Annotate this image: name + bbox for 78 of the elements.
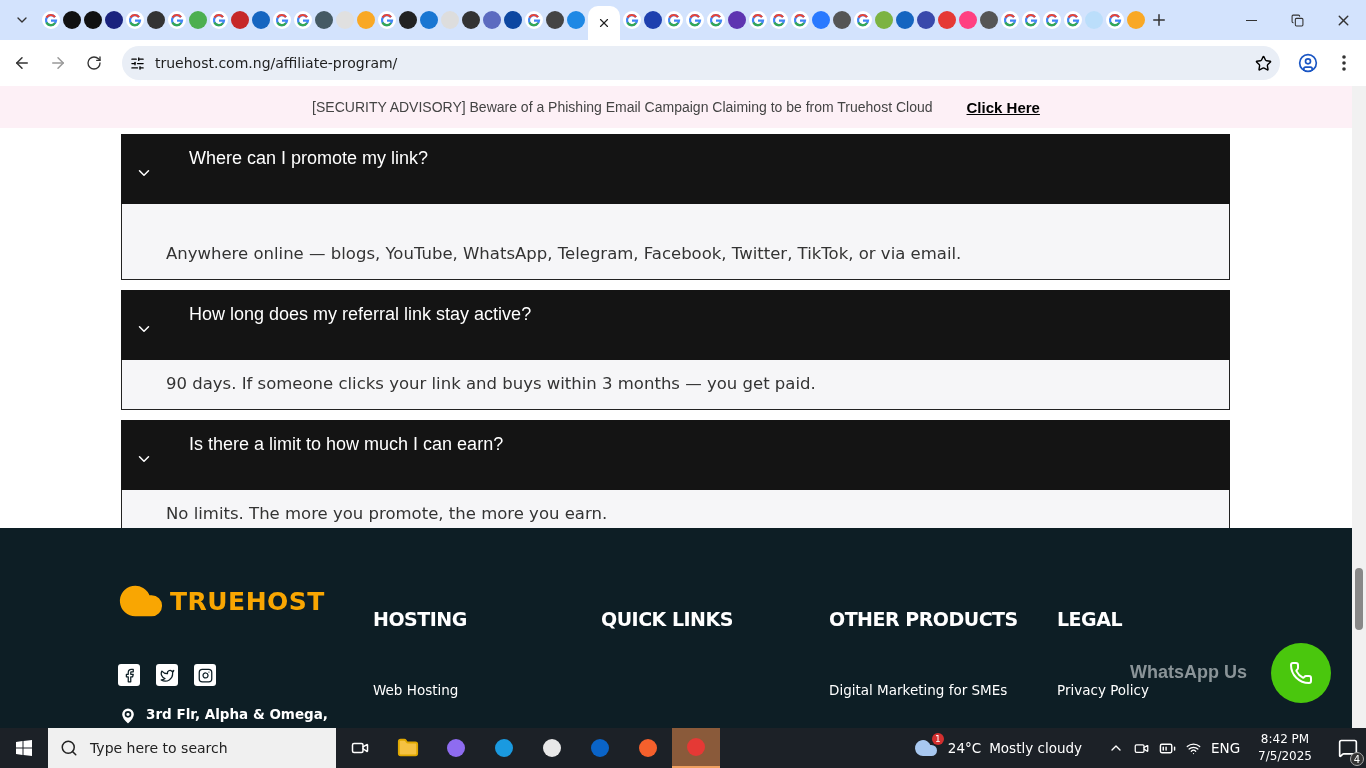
search-placeholder: Type here to search — [90, 740, 228, 756]
search-icon — [60, 739, 78, 757]
google-g-icon — [1106, 11, 1124, 29]
folder-icon — [397, 737, 419, 759]
google-g-icon — [525, 11, 543, 29]
faq-answer: 90 days. If someone clicks your link and buys within 3 months — you get paid. — [166, 374, 817, 393]
footer-heading: LEGAL — [1057, 608, 1123, 630]
address-bar[interactable]: truehost.com.ng/affiliate-program/ — [122, 46, 1280, 80]
close-icon — [597, 16, 611, 30]
faq-answer: No limits. The more you promote, the more you earn. — [166, 504, 609, 523]
restore-icon — [1290, 13, 1304, 27]
menu-icon — [1342, 55, 1346, 71]
instagram-icon — [197, 667, 213, 683]
google-g-icon — [686, 11, 704, 29]
faq-question: Is there a limit to how much I can earn? — [189, 434, 504, 455]
url-text: truehost.com.ng/affiliate-program/ — [155, 55, 399, 71]
whatsapp-label: WhatsApp Us — [1130, 662, 1247, 683]
google-g-icon — [791, 11, 809, 29]
advisory-text: [SECURITY ADVISORY] Beware of a Phishing Email Campaign Claiming to be from Truehost Cloud — [312, 99, 933, 115]
google-g-icon — [294, 11, 312, 29]
weather-badge: 1 — [931, 733, 944, 745]
plus-icon — [1150, 11, 1168, 29]
bookmark-star-icon[interactable] — [1255, 54, 1272, 72]
google-g-icon — [854, 11, 872, 29]
footer-link[interactable]: Web Hosting — [373, 682, 601, 698]
google-g-icon — [665, 11, 683, 29]
faq-question: Where can I promote my link? — [189, 148, 429, 169]
google-g-icon — [749, 11, 767, 29]
google-g-icon — [623, 11, 641, 29]
footer-heading: OTHER PRODUCTS — [829, 608, 1019, 630]
address-text: 3rd Flr, Alpha & Omega, — [146, 706, 328, 722]
reload-icon — [86, 55, 102, 71]
active-tab[interactable] — [588, 6, 620, 40]
taskbar-search-field[interactable]: Type here to search — [48, 728, 336, 768]
google-g-icon — [707, 11, 725, 29]
weather-condition: Mostly cloudy — [989, 740, 1082, 756]
brand-logo-text: TRUEHOST — [170, 586, 325, 616]
google-g-icon — [273, 11, 291, 29]
google-g-icon — [1043, 11, 1061, 29]
footer-link[interactable]: Privacy Policy — [1057, 682, 1352, 698]
faq-question: How long does my referral link stay active? — [189, 304, 532, 325]
instagram-link[interactable] — [194, 664, 216, 686]
phone-chat-icon — [1289, 661, 1313, 685]
minimize-icon — [1245, 19, 1257, 21]
temperature-text: 24°C — [947, 740, 982, 756]
whatsapp-button[interactable] — [1271, 643, 1331, 703]
google-g-icon — [1022, 11, 1040, 29]
faq-question-header[interactable]: How long does my referral link stay active? — [121, 290, 1230, 360]
google-g-icon — [1064, 11, 1082, 29]
footer-heading: QUICK LINKS — [601, 608, 734, 630]
google-g-icon — [770, 11, 788, 29]
footer-heading: HOSTING — [373, 608, 468, 630]
notifications-button[interactable]: 4 — [1330, 728, 1366, 768]
profile-icon — [1298, 53, 1318, 73]
forward-arrow-icon — [49, 54, 67, 72]
faq-question-header[interactable]: Where can I promote my link? — [121, 134, 1230, 204]
notification-count: 4 — [1350, 752, 1364, 766]
date-text: 7/5/2025 — [1258, 748, 1312, 765]
clock[interactable]: 8:42 PM 7/5/2025 — [1258, 731, 1312, 765]
google-g-icon — [168, 11, 186, 29]
time-text: 8:42 PM — [1260, 731, 1310, 748]
twitter-icon — [159, 667, 175, 683]
google-g-icon — [42, 11, 60, 29]
google-g-icon — [210, 11, 228, 29]
footer-link[interactable]: Digital Marketing for SMEs — [829, 682, 1057, 698]
language-indicator[interactable]: ENG — [1211, 740, 1241, 756]
click-here-link[interactable]: Click Here — [966, 98, 1040, 116]
faq-answer: Anywhere online — blogs, YouTube, WhatsApp, Telegram, Facebook, Twitter, TikTok, or via email. — [166, 244, 963, 263]
scrollbar-thumb[interactable] — [1355, 568, 1363, 630]
windows-logo-icon — [16, 740, 32, 756]
google-g-icon — [126, 11, 144, 29]
faq-question-header[interactable]: Is there a limit to how much I can earn? — [121, 420, 1230, 490]
google-g-icon — [1001, 11, 1019, 29]
site-settings-icon — [130, 55, 145, 71]
facebook-link[interactable] — [118, 664, 140, 686]
twitter-link[interactable] — [156, 664, 178, 686]
google-g-icon — [378, 11, 396, 29]
wifi-icon[interactable] — [1186, 740, 1201, 756]
